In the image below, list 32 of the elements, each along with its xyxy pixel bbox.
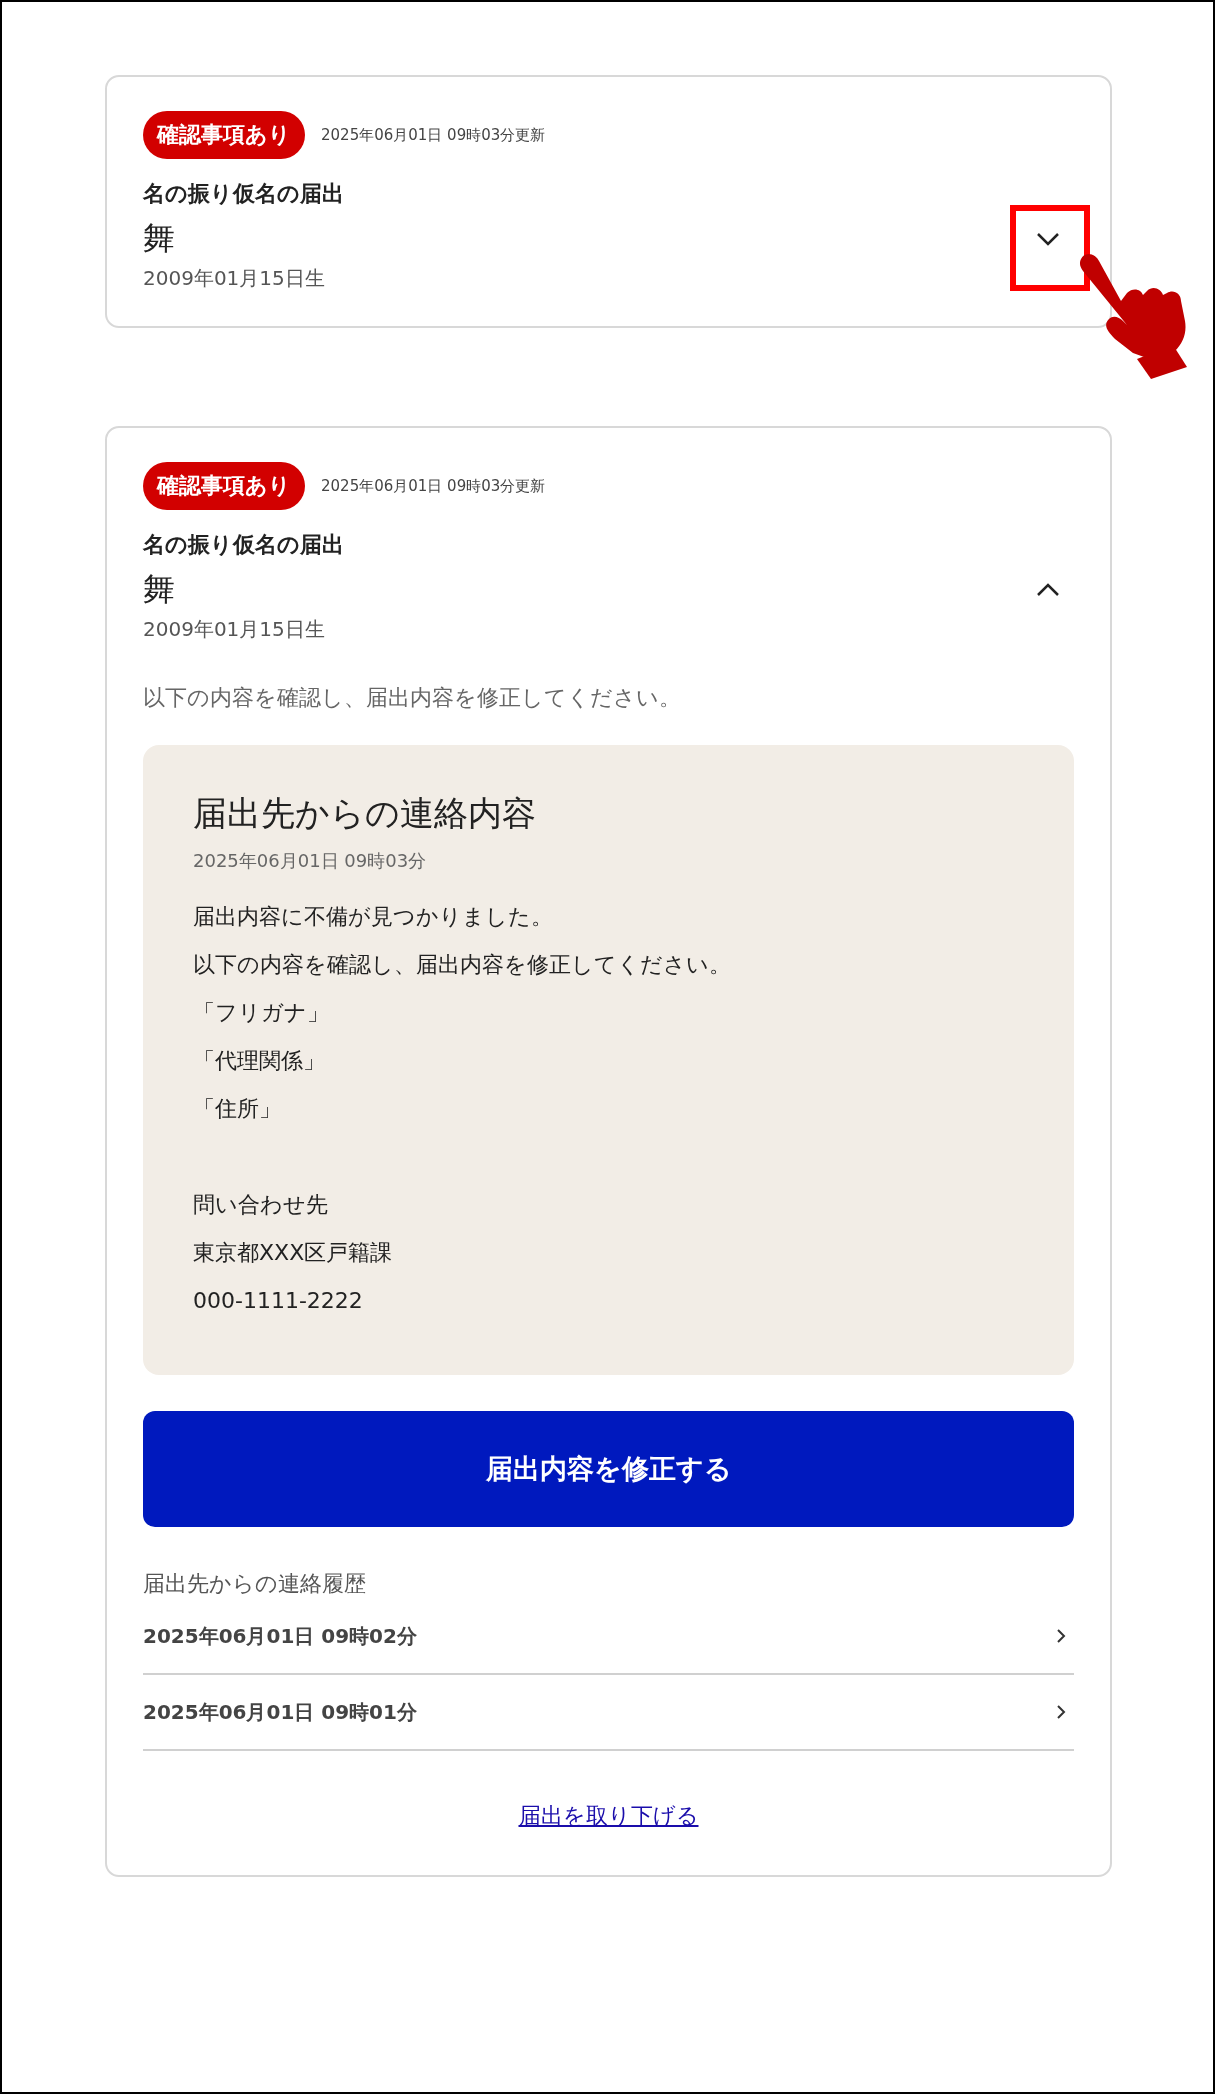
birth-date: 2009年01月15日生 [143, 616, 326, 643]
child-name: 舞 [143, 569, 175, 610]
card-title: 名の振り仮名の届出 [143, 531, 345, 559]
updated-time: 2025年06月01日 09時03分更新 [321, 125, 546, 145]
withdraw-link[interactable]: 届出を取り下げる [518, 1801, 699, 1831]
history-item[interactable]: 2025年06月01日 09時02分 [143, 1599, 1074, 1675]
contact-date: 2025年06月01日 09時03分 [193, 849, 428, 873]
message-line: 届出内容に不備が見つかりました。 [193, 903, 554, 931]
message-line: 「代理関係」 [193, 1047, 326, 1075]
status-badge: 確認事項あり [143, 111, 305, 159]
message-line: 東京都XXX区戸籍課 [193, 1239, 394, 1267]
message-line: 「フリガナ」 [193, 999, 330, 1027]
updated-time: 2025年06月01日 09時03分更新 [321, 476, 546, 496]
message-line: 問い合わせ先 [193, 1191, 329, 1219]
chevron-up-icon [1036, 583, 1060, 597]
instruction-text: 以下の内容を確認し、届出内容を修正してください。 [143, 684, 682, 712]
card-title: 名の振り仮名の届出 [143, 180, 345, 208]
chevron-right-icon [1056, 1704, 1066, 1720]
message-line: 「住所」 [193, 1095, 282, 1123]
message-line: 以下の内容を確認し、届出内容を修正してください。 [193, 951, 732, 979]
birth-date: 2009年01月15日生 [143, 265, 326, 292]
chevron-down-icon [1036, 232, 1060, 246]
history-date: 2025年06月01日 09時01分 [143, 1698, 417, 1726]
history-date: 2025年06月01日 09時02分 [143, 1622, 417, 1650]
message-line: 000-1111-2222 [193, 1287, 364, 1315]
history-item[interactable]: 2025年06月01日 09時01分 [143, 1675, 1074, 1751]
history-heading: 届出先からの連絡履歴 [143, 1570, 367, 1598]
edit-submission-button[interactable]: 届出内容を修正する [143, 1411, 1074, 1527]
chevron-right-icon [1056, 1628, 1066, 1644]
child-name: 舞 [143, 218, 175, 259]
status-badge: 確認事項あり [143, 462, 305, 510]
contact-heading: 届出先からの連絡内容 [193, 792, 537, 835]
